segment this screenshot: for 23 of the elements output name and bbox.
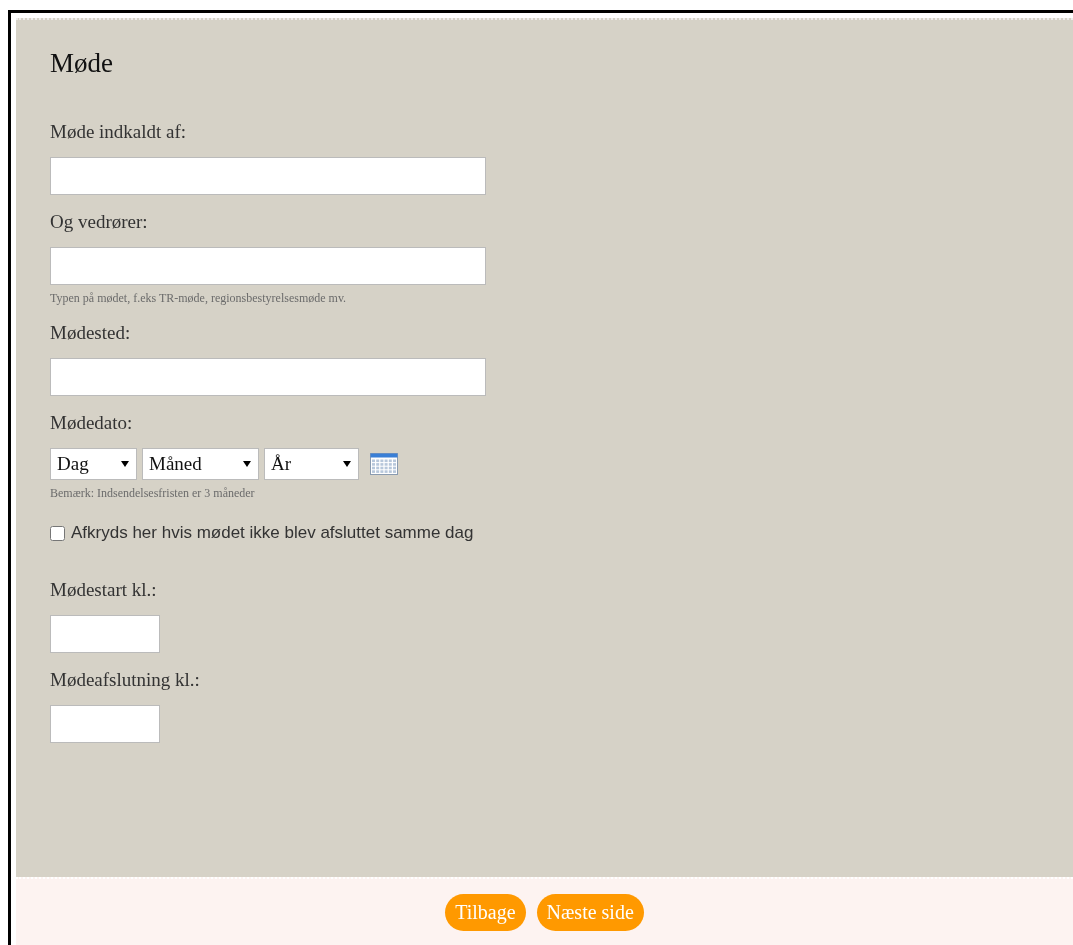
dropdown[interactable]: Måned — [142, 448, 259, 480]
field-label: Møde indkaldt af: — [50, 121, 187, 143]
dropdown[interactable]: Dag — [50, 448, 137, 480]
calendar-icon[interactable] — [370, 453, 398, 475]
text-field[interactable] — [50, 247, 486, 285]
text-field[interactable] — [50, 705, 160, 743]
field-label: Mødeafslutning kl.: — [50, 669, 200, 691]
field-hint: Bemærk: Indsendelsesfristen er 3 måneder — [50, 486, 255, 501]
text-field[interactable] — [50, 358, 486, 396]
form-title: Møde — [50, 48, 114, 79]
field-hint: Typen på mødet, f.eks TR-møde, regionsbestyrelsesmøde mv. — [50, 291, 347, 306]
field-label: Mødestart kl.: — [50, 579, 157, 601]
caret-icon — [342, 460, 352, 468]
caret-icon — [120, 460, 130, 468]
checkbox-label: Afkryds her hvis mødet ikke blev afsluttet samme dag — [71, 523, 474, 543]
field-label: Mødested: — [50, 322, 131, 344]
dropdown[interactable]: År — [264, 448, 359, 480]
field-label: Og vedrører: — [50, 211, 148, 233]
text-field[interactable] — [50, 615, 160, 653]
text-field[interactable] — [50, 157, 486, 195]
field-label: Mødedato: — [50, 412, 133, 434]
caret-icon — [242, 460, 252, 468]
checkbox[interactable] — [50, 525, 65, 541]
